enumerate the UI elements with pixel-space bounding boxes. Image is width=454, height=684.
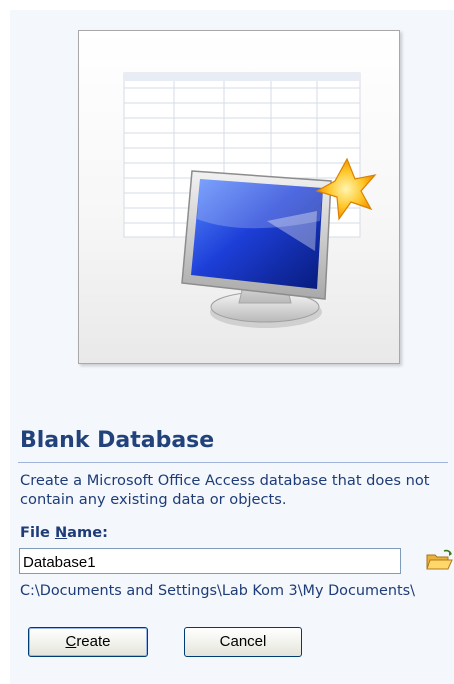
file-name-input[interactable] [19, 548, 401, 574]
save-location-path: C:\Documents and Settings\Lab Kom 3\My D… [20, 583, 415, 599]
create-button[interactable]: Create [28, 627, 148, 657]
template-title: Blank Database [20, 428, 215, 453]
template-description: Create a Microsoft Office Access databas… [20, 472, 430, 508]
database-monitor-icon [123, 72, 377, 328]
title-divider [18, 462, 448, 463]
template-preview [78, 30, 400, 364]
browse-folder-button[interactable] [424, 548, 454, 574]
file-name-label: File Name: [20, 524, 108, 541]
cancel-button[interactable]: Cancel [184, 627, 302, 657]
folder-open-icon [426, 549, 453, 570]
